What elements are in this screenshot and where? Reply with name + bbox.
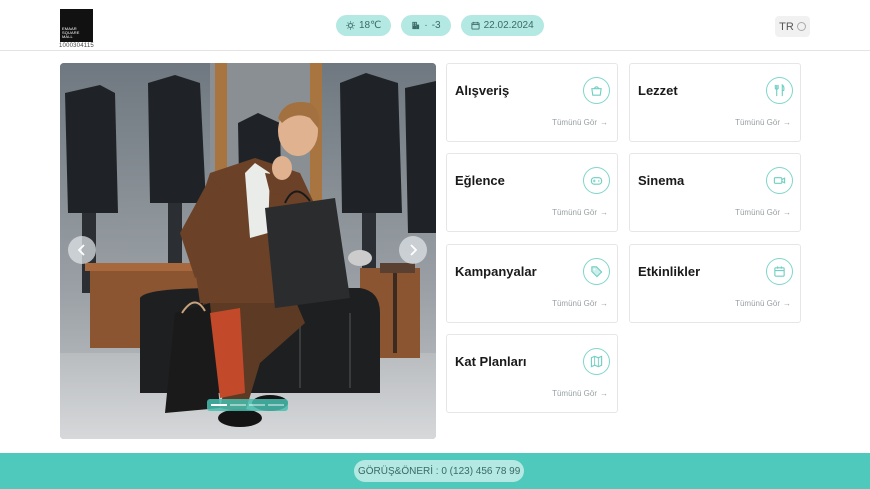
date-text: 22.02.2024	[483, 20, 534, 31]
arrow-right-icon: →	[600, 118, 608, 127]
category-title: Sinema	[638, 173, 685, 188]
slide-dot-1[interactable]	[211, 404, 227, 406]
weather-badge: 18℃	[336, 15, 392, 36]
chevron-right-icon	[410, 244, 418, 256]
mall-logo[interactable]: EMAAR SQUARE MALL	[60, 9, 93, 42]
arrow-right-icon: →	[783, 118, 791, 127]
slider-pagination	[207, 399, 288, 411]
logo-line-3: MALL	[62, 34, 73, 39]
see-all-link[interactable]: Tümünü Gör →	[552, 208, 608, 217]
top-header: EMAAR SQUARE MALL 1000304115 18℃ · -3 22…	[0, 0, 870, 51]
category-title: Kat Planları	[455, 354, 527, 369]
see-all-link[interactable]: Tümünü Gör →	[552, 299, 608, 308]
slide-dot-2[interactable]	[230, 404, 246, 406]
see-all-label: Tümünü Gör	[552, 299, 597, 308]
category-title: Lezzet	[638, 83, 678, 98]
hero-image	[60, 63, 436, 439]
arrow-right-icon: →	[783, 208, 791, 217]
category-title: Alışveriş	[455, 83, 510, 98]
see-all-label: Tümünü Gör	[552, 118, 597, 127]
sun-icon	[346, 21, 355, 30]
calendar-icon	[766, 258, 793, 285]
map-icon	[583, 348, 610, 375]
category-card-kampanyalar[interactable]: Kampanyalar Tümünü Gör →	[446, 244, 618, 323]
category-card-kat-planlari[interactable]: Kat Planları Tümünü Gör →	[446, 334, 618, 413]
category-card-etkinlikler[interactable]: Etkinlikler Tümünü Gör →	[629, 244, 801, 323]
language-label: TR	[779, 20, 794, 33]
hero-slider[interactable]	[60, 63, 436, 439]
chevron-left-icon	[77, 244, 85, 256]
shopping-basket-icon	[583, 77, 610, 104]
date-badge: 22.02.2024	[460, 15, 544, 36]
footer-bar: GÖRÜŞ&ÖNERİ : 0 (123) 456 78 99	[0, 453, 870, 489]
arrow-right-icon: →	[600, 208, 608, 217]
see-all-link[interactable]: Tümünü Gör →	[552, 118, 608, 127]
see-all-label: Tümünü Gör	[735, 208, 780, 217]
parking-text: -3	[431, 20, 441, 31]
see-all-link[interactable]: Tümünü Gör →	[552, 389, 608, 398]
category-card-eglence[interactable]: Eğlence Tümünü Gör →	[446, 153, 618, 232]
feedback-contact-pill[interactable]: GÖRÜŞ&ÖNERİ : 0 (123) 456 78 99	[354, 460, 525, 482]
slide-dot-3[interactable]	[249, 404, 265, 406]
info-pills: 18℃ · -3 22.02.2024	[336, 15, 544, 36]
see-all-link[interactable]: Tümünü Gör →	[735, 118, 791, 127]
gamepad-icon	[583, 167, 610, 194]
parking-dot: ·	[424, 20, 428, 31]
building-icon	[412, 21, 420, 30]
see-all-link[interactable]: Tümünü Gör →	[735, 208, 791, 217]
arrow-right-icon: →	[600, 389, 608, 398]
category-title: Kampanyalar	[455, 264, 537, 279]
slider-next-button[interactable]	[399, 236, 427, 264]
parking-badge: · -3	[401, 15, 451, 36]
category-card-sinema[interactable]: Sinema Tümünü Gör →	[629, 153, 801, 232]
slider-prev-button[interactable]	[68, 236, 96, 264]
kiosk-code: 1000304115	[59, 43, 94, 49]
video-camera-icon	[766, 167, 793, 194]
category-title: Eğlence	[455, 173, 505, 188]
fork-knife-icon	[766, 77, 793, 104]
category-card-lezzet[interactable]: Lezzet Tümünü Gör →	[629, 63, 801, 142]
weather-text: 18℃	[359, 20, 382, 31]
globe-icon	[796, 22, 806, 31]
arrow-right-icon: →	[783, 299, 791, 308]
category-card-alisveris[interactable]: Alışveriş Tümünü Gör →	[446, 63, 618, 142]
tag-icon	[583, 258, 610, 285]
see-all-label: Tümünü Gör	[735, 299, 780, 308]
see-all-label: Tümünü Gör	[552, 389, 597, 398]
see-all-link[interactable]: Tümünü Gör →	[735, 299, 791, 308]
calendar-icon	[471, 21, 480, 30]
slide-dot-4[interactable]	[268, 404, 284, 406]
arrow-right-icon: →	[600, 299, 608, 308]
language-selector[interactable]: TR	[775, 16, 810, 37]
category-title: Etkinlikler	[638, 264, 701, 279]
see-all-label: Tümünü Gör	[552, 208, 597, 217]
see-all-label: Tümünü Gör	[735, 118, 780, 127]
